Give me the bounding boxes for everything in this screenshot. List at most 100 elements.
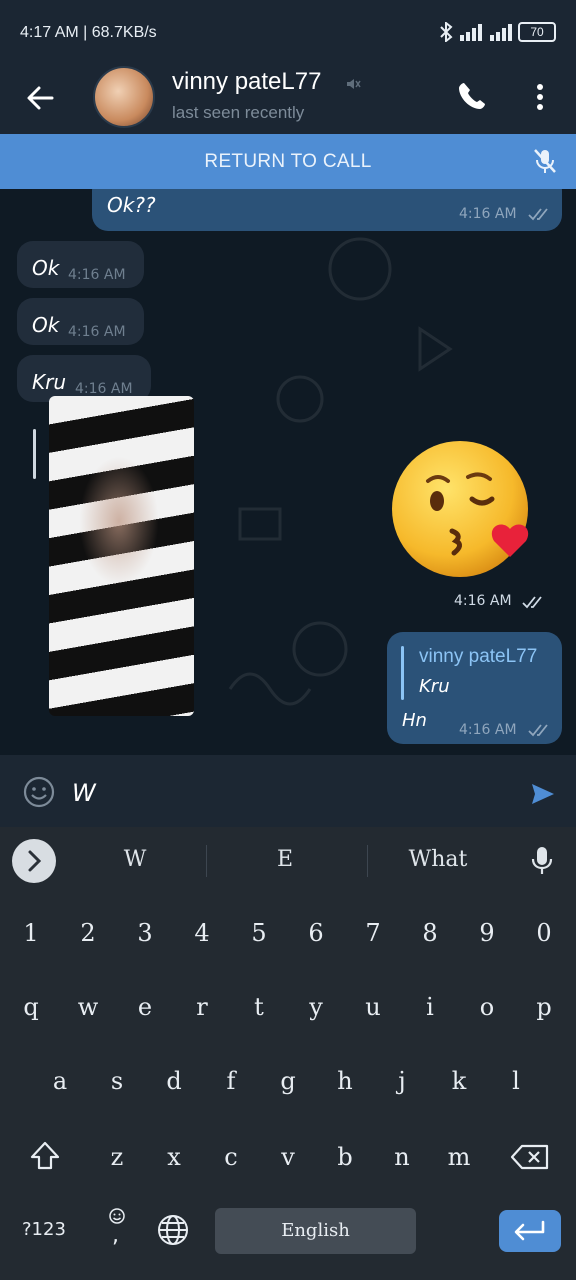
key-p[interactable]: p [527,993,561,1021]
message-bubble-incoming[interactable]: Ok 4:16 AM [17,241,144,288]
message-bubble-outgoing[interactable]: Ok?? 4:16 AM [92,189,562,231]
key-2[interactable]: 2 [71,919,105,947]
message-time: 4:16 AM [68,267,126,283]
key-w[interactable]: w [71,993,105,1021]
key-y[interactable]: y [299,993,333,1021]
message-list[interactable]: Ok?? 4:16 AM Ok 4:16 AM Ok 4:16 AM Kru 4… [0,189,576,755]
status-bar: 4:17 AM | 68.7KB/s 70 [0,0,576,62]
suggestion-strip: W E What [0,827,576,895]
key-8[interactable]: 8 [413,919,447,947]
key-j[interactable]: j [385,1067,419,1095]
key-v[interactable]: v [271,1143,305,1171]
key-s[interactable]: s [100,1067,134,1095]
contact-name[interactable]: vinny pateL77 [172,68,321,96]
key-t[interactable]: t [242,993,276,1021]
message-text: Hn [402,710,427,731]
chat-header: vinny pateL77 last seen recently [0,62,576,134]
key-9[interactable]: 9 [470,919,504,947]
key-g[interactable]: g [271,1067,305,1095]
message-bubble-incoming[interactable]: Kru 4:16 AM [17,355,151,402]
message-text: Ok [32,256,60,280]
reply-quote-bar [401,646,404,700]
battery-icon: 70 [518,22,556,42]
key-3[interactable]: 3 [128,919,162,947]
avatar[interactable] [93,66,155,128]
message-text: Kru [32,370,67,394]
suggestion-3[interactable]: What [388,847,488,872]
read-checks-icon [522,596,542,609]
suggestion-2[interactable]: E [240,847,330,872]
signal-icon [460,24,512,41]
more-vert-icon[interactable] [528,80,552,114]
key-q[interactable]: q [14,993,48,1021]
key-d[interactable]: d [157,1067,191,1095]
key-f[interactable]: f [214,1067,248,1095]
send-icon[interactable] [530,781,556,807]
suggestion-divider [367,845,368,877]
enter-arrow-icon [514,1220,545,1241]
muted-icon [347,79,361,89]
message-time: 4:16 AM [454,593,512,609]
key-5[interactable]: 5 [242,919,276,947]
key-e[interactable]: e [128,993,162,1021]
key-7[interactable]: 7 [356,919,390,947]
key-o[interactable]: o [470,993,504,1021]
message-time: 4:16 AM [75,381,133,397]
key-r[interactable]: r [185,993,219,1021]
phone-icon[interactable] [456,80,488,112]
read-checks-icon [528,724,548,737]
key-a[interactable]: a [43,1067,77,1095]
comma-emoji-key[interactable]: , [104,1207,130,1253]
message-bubble-outgoing[interactable]: vinny pateL77 Kru Hn 4:16 AM [387,632,562,744]
suggestion-1[interactable]: W [90,847,180,872]
video-message[interactable] [49,396,194,716]
expand-toolbar-button[interactable] [12,839,56,883]
key-x[interactable]: x [157,1143,191,1171]
composer-bar [0,755,576,827]
message-time: 4:16 AM [68,324,126,340]
shift-icon[interactable] [28,1139,62,1173]
key-h[interactable]: h [328,1067,362,1095]
bluetooth-icon [440,22,453,42]
soft-keyboard: W E What 1 2 3 4 5 6 7 8 9 0 q w e r t y… [0,827,576,1280]
key-b[interactable]: b [328,1143,362,1171]
chevron-right-icon [28,850,42,872]
key-k[interactable]: k [442,1067,476,1095]
status-icons: 70 [438,22,556,42]
key-z[interactable]: z [100,1143,134,1171]
key-n[interactable]: n [385,1143,419,1171]
globe-icon[interactable] [156,1213,190,1247]
space-bar[interactable]: English [215,1208,416,1254]
key-0[interactable]: 0 [527,919,561,947]
last-seen: last seen recently [172,103,305,122]
back-arrow-icon[interactable] [22,80,58,116]
scroll-indicator [33,429,36,479]
key-4[interactable]: 4 [185,919,219,947]
key-u[interactable]: u [356,993,390,1021]
microphone-icon[interactable] [530,845,554,877]
key-i[interactable]: i [413,993,447,1021]
suggestion-divider [206,845,207,877]
message-time: 4:16 AM [459,206,517,222]
emoji-icon[interactable] [22,775,56,809]
message-time: 4:16 AM [459,722,517,738]
status-bar-info: 4:17 AM | 68.7KB/s [20,24,157,41]
message-bubble-incoming[interactable]: Ok 4:16 AM [17,298,144,345]
key-c[interactable]: c [214,1143,248,1171]
reply-text: Kru [419,676,450,697]
return-to-call-label: RETURN TO CALL [204,151,372,172]
key-6[interactable]: 6 [299,919,333,947]
kiss-emoji-icon[interactable] [390,439,538,587]
key-l[interactable]: l [499,1067,533,1095]
backspace-icon[interactable] [510,1143,550,1171]
symbols-key[interactable]: ?123 [22,1219,66,1240]
comma-label: , [112,1223,119,1248]
message-text: Ok [32,313,60,337]
reply-author: vinny pateL77 [419,646,538,667]
mic-off-icon[interactable] [530,146,560,176]
key-m[interactable]: m [442,1143,476,1171]
return-to-call-banner[interactable]: RETURN TO CALL [0,134,576,189]
enter-key[interactable] [499,1210,561,1252]
key-1[interactable]: 1 [14,919,48,947]
message-input[interactable] [72,775,492,811]
